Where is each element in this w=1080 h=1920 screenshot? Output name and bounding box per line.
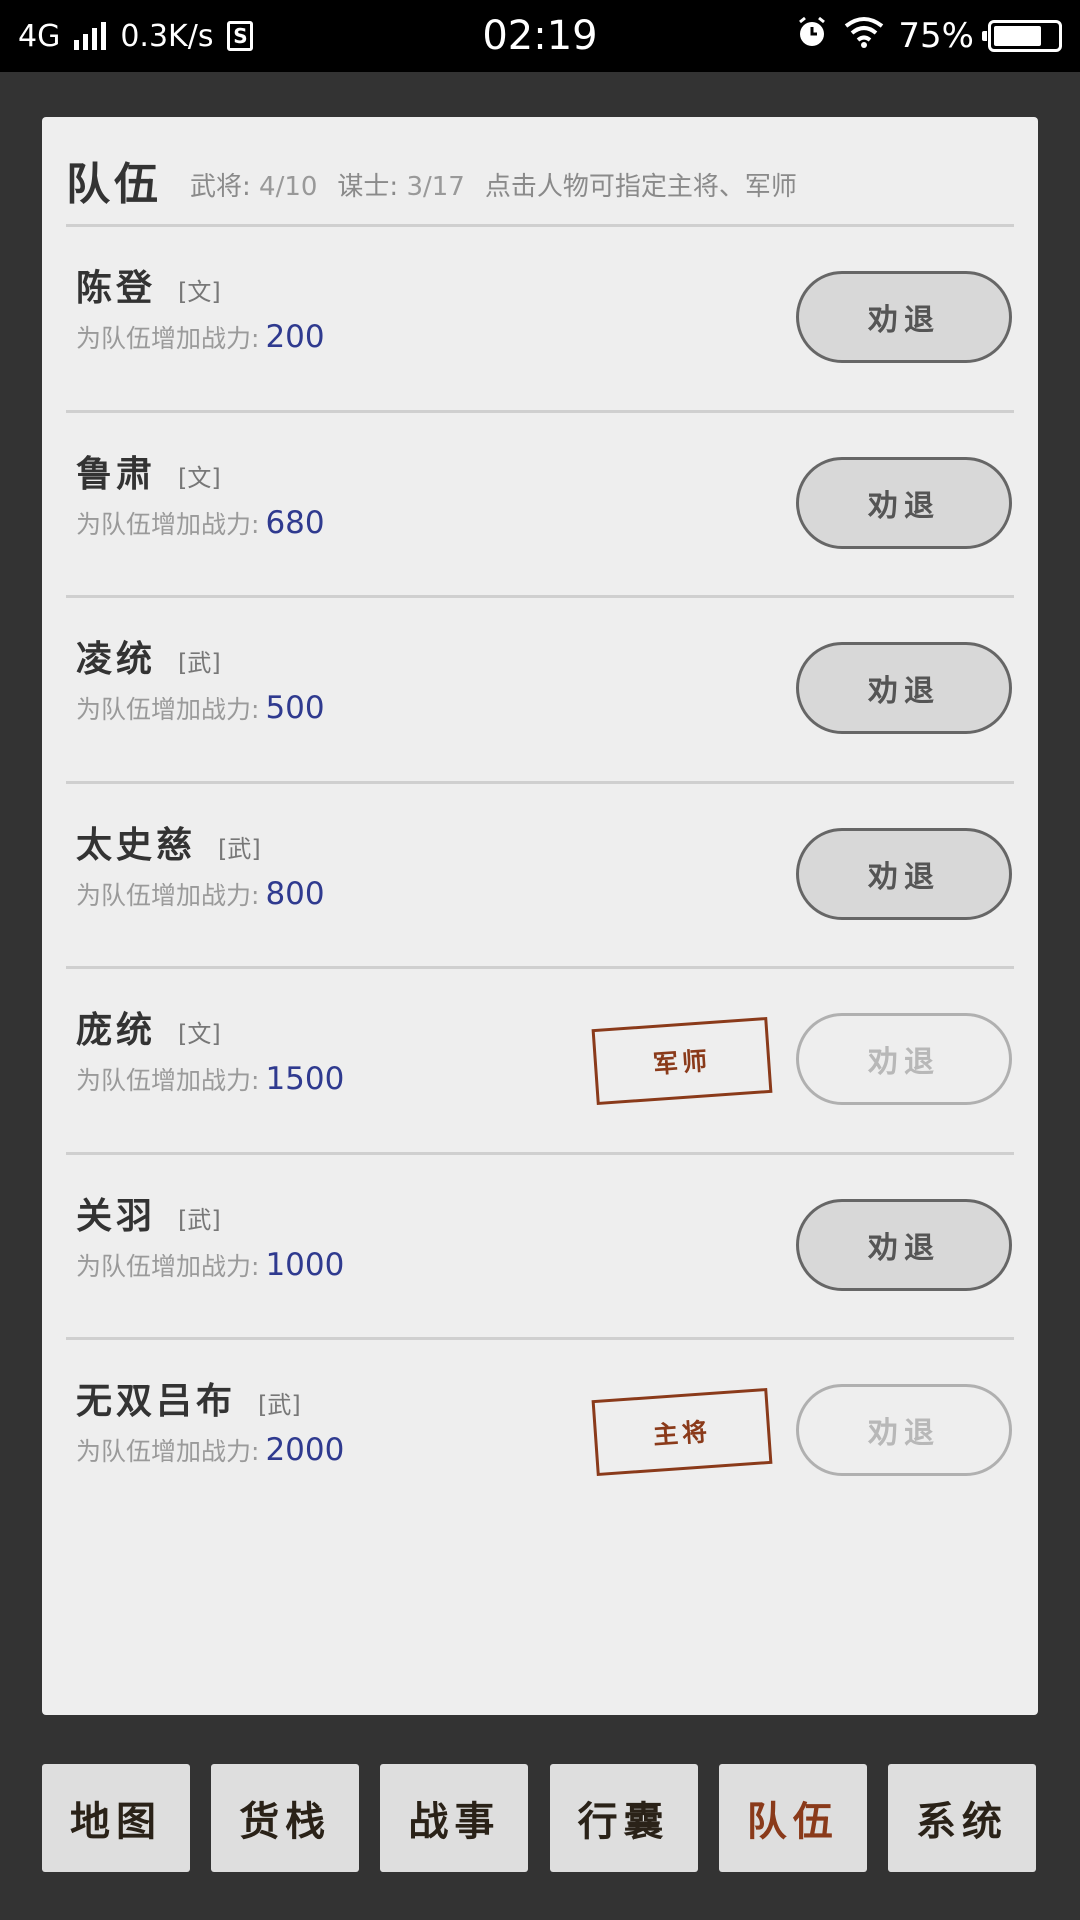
nav-shop-button[interactable]: 货栈 [211,1764,360,1872]
status-left: 4G 0.3K/s S [18,0,254,72]
power-label: 为队伍增加战力: [76,509,260,539]
nav-bag-button[interactable]: 行囊 [549,1764,698,1872]
generals-summary: 武将: 4/10 [190,166,317,203]
status-bar: 4G 0.3K/s S 02:19 75% [0,0,1080,72]
member-name[interactable]: 关羽 [76,1187,156,1239]
member-row[interactable]: 无双吕布 [武] 为队伍增加战力: 2000 主将 劝退 [66,1340,1014,1526]
power-label: 为队伍增加战力: [76,880,260,910]
member-row[interactable]: 陈登 [文] 为队伍增加战力: 200 劝退 [66,227,1014,413]
power-label: 为队伍增加战力: [76,324,260,353]
member-name[interactable]: 无双吕布 [76,1372,236,1424]
power-label: 为队伍增加战力: [76,1066,260,1095]
member-name[interactable]: 太史慈 [76,816,196,868]
advisors-summary: 谋士: 3/17 [337,166,464,203]
member-type: [文] [178,278,221,306]
member-name[interactable]: 庞统 [76,1001,156,1053]
status-right: 75% [794,0,1062,72]
member-type: [武] [178,649,221,677]
dismiss-button[interactable]: 劝退 [796,456,1012,549]
member-row[interactable]: 关羽 [武] 为队伍增加战力: 1000 劝退 [66,1155,1014,1340]
battery-icon [982,20,1062,52]
power-value: 680 [265,504,325,541]
dismiss-button-disabled: 劝退 [796,1384,1012,1476]
team-summary: 武将: 4/10 谋士: 3/17 点击人物可指定主将、军师 [190,156,797,203]
alarm-icon [794,14,830,59]
dismiss-button[interactable]: 劝退 [796,642,1012,734]
member-list: 陈登 [文] 为队伍增加战力: 200 劝退 鲁肃 [文] 为队伍增加战力: 6… [66,227,1014,1526]
advisor-stamp: 军师 [591,1016,773,1106]
sim-icon: S [227,21,254,51]
network-type: 4G [18,18,61,54]
panel-header: 队伍 武将: 4/10 谋士: 3/17 点击人物可指定主将、军师 [66,117,1014,227]
dismiss-button[interactable]: 劝退 [796,827,1012,920]
member-type: [武] [178,1205,221,1234]
page-title: 队伍 [66,158,162,210]
signal-icon [74,22,107,50]
wifi-icon [844,16,884,57]
member-row[interactable]: 鲁肃 [文] 为队伍增加战力: 680 劝退 [66,413,1014,598]
generals-label: 武将: [190,172,251,202]
generals-count: 4/10 [259,172,318,202]
team-panel: 队伍 武将: 4/10 谋士: 3/17 点击人物可指定主将、军师 陈登 [文]… [42,117,1038,1715]
member-type: [武] [258,1391,301,1419]
power-value: 2000 [265,1432,345,1468]
member-type: [武] [218,834,261,863]
battery-percent: 75% [898,16,974,56]
power-value: 200 [265,319,325,355]
member-name[interactable]: 鲁肃 [76,445,156,497]
power-value: 1500 [265,1061,345,1097]
dismiss-button[interactable]: 劝退 [796,1198,1012,1291]
member-type: [文] [178,463,221,492]
assign-hint: 点击人物可指定主将、军师 [484,172,797,202]
power-value: 1000 [265,1246,345,1283]
power-value: 800 [265,875,325,912]
nav-team-button[interactable]: 队伍 [718,1764,867,1872]
commander-stamp: 主将 [591,1387,773,1477]
member-row[interactable]: 凌统 [武] 为队伍增加战力: 500 劝退 [66,598,1014,784]
nav-battle-button[interactable]: 战事 [380,1764,529,1872]
member-name[interactable]: 凌统 [76,630,156,682]
power-value: 500 [265,690,325,726]
dismiss-button-disabled: 劝退 [796,1013,1012,1105]
power-label: 为队伍增加战力: [76,1437,260,1466]
power-label: 为队伍增加战力: [76,695,260,724]
nav-map-button[interactable]: 地图 [42,1764,190,1872]
member-name[interactable]: 陈登 [76,259,156,311]
member-type: [文] [178,1020,221,1048]
power-label: 为队伍增加战力: [76,1251,260,1281]
member-row[interactable]: 庞统 [文] 为队伍增加战力: 1500 军师 劝退 [66,969,1014,1155]
advisors-count: 3/17 [406,172,465,202]
advisors-label: 谋士: [337,172,399,202]
nav-system-button[interactable]: 系统 [887,1764,1036,1872]
dismiss-button[interactable]: 劝退 [796,271,1012,363]
bottom-nav: 地图 货栈 战事 行囊 队伍 系统 [42,1764,1036,1872]
clock: 02:19 [482,13,598,59]
network-speed: 0.3K/s [120,18,214,54]
member-row[interactable]: 太史慈 [武] 为队伍增加战力: 800 劝退 [66,784,1014,969]
